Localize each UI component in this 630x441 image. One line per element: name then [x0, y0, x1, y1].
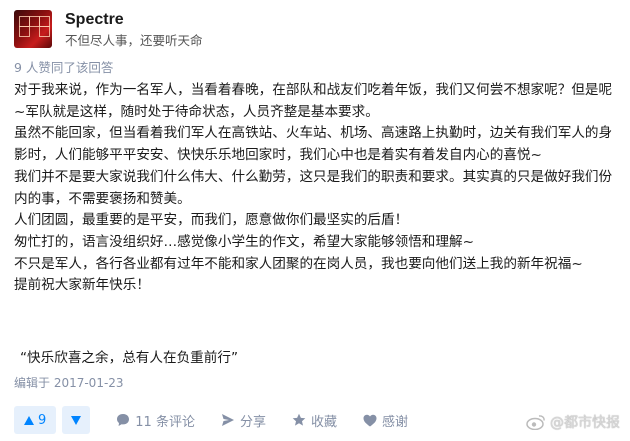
paragraph: 虽然不能回家，但当看着我们军人在高铁站、火车站、机场、高速路上执勤时，边关有我们… [14, 125, 613, 164]
answer-content: 对于我来说，作为一名军人，当看着春晚，在部队和战友们吃着年饭，我们又何尝不想家呢… [14, 80, 622, 297]
heart-icon [363, 414, 377, 426]
author-bio: 不但尽人事，还要听天命 [65, 33, 203, 48]
upvote-button[interactable]: 9 [14, 406, 57, 434]
favorite-label: 收藏 [310, 414, 337, 430]
avatar[interactable] [14, 10, 52, 48]
watermark-text: @都市快报 [550, 415, 620, 431]
answer-header: Spectre 不但尽人事，还要听天命 [14, 10, 203, 48]
upvote-count: 9 [38, 412, 47, 428]
comments-button[interactable]: 11 条评论 [116, 411, 195, 430]
share-button[interactable]: 分享 [221, 411, 266, 430]
author-name[interactable]: Spectre [65, 11, 203, 29]
paragraph: 匆忙打的，语言没组织好…感觉像小学生的作文，希望大家能够领悟和理解~ [14, 233, 474, 250]
share-label: 分享 [239, 414, 266, 430]
paragraph: 我们并不是要大家说我们什么伟大、什么勤劳，这只是我们的职责和要求。其实真的只是做… [14, 168, 613, 207]
thanks-label: 感谢 [382, 414, 409, 430]
star-icon [292, 413, 306, 426]
thanks-button[interactable]: 感谢 [363, 411, 408, 430]
paragraph: 提前祝大家新年快乐！ [14, 277, 150, 294]
paragraph: 对于我来说，作为一名军人，当看着春晚，在部队和战友们吃着年饭，我们又何尝不想家呢… [14, 82, 613, 120]
downvote-button[interactable] [62, 406, 91, 434]
author-info: Spectre 不但尽人事，还要听天命 [65, 10, 203, 48]
weibo-icon [526, 415, 545, 430]
action-bar: 9 11 条评论 分享 收藏 感谢 [14, 406, 408, 434]
paragraph: 人们团圆，最重要的是平安，而我们，愿意做你们最坚实的后盾！ [14, 212, 409, 229]
watermark: @都市快报 [526, 412, 620, 432]
down-arrow-icon [71, 415, 82, 425]
paragraph: 不只是军人，各行各业都有过年不能和家人团聚的在岗人员，我也要向他们送上我的新年祝… [14, 255, 583, 272]
up-arrow-icon [24, 415, 34, 425]
comments-label: 11 条评论 [135, 414, 195, 430]
favorite-button[interactable]: 收藏 [292, 411, 337, 430]
comment-icon [117, 414, 130, 426]
quote-line: “快乐欣喜之余，总有人在负重前行” [20, 350, 238, 366]
vote-count-text[interactable]: 9 人赞同了该回答 [14, 57, 113, 76]
edit-timestamp[interactable]: 编辑于 2017-01-23 [14, 374, 124, 391]
share-icon [221, 414, 234, 426]
